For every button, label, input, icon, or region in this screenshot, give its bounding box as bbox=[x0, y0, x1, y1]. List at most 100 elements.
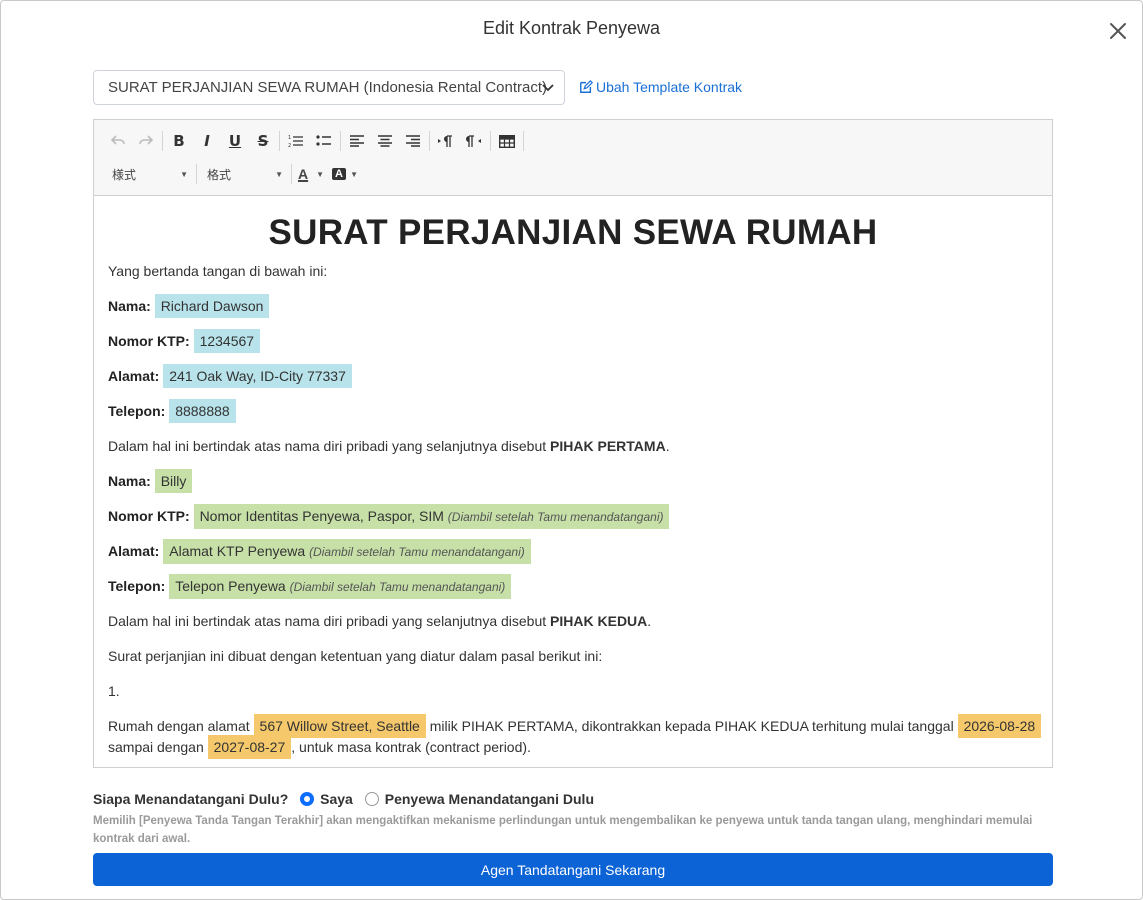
redo-icon[interactable] bbox=[132, 129, 160, 153]
chevron-down-icon bbox=[542, 84, 554, 92]
party1-name-row: Nama: Richard Dawson bbox=[108, 294, 270, 318]
caret-down-icon: ▼ bbox=[180, 169, 188, 179]
table-icon[interactable] bbox=[493, 129, 521, 153]
party2-name-field[interactable]: Billy bbox=[154, 469, 193, 493]
bold-label: B bbox=[173, 132, 185, 150]
clause-text: , untuk masa kontrak (contract period). bbox=[291, 739, 531, 755]
template-select[interactable]: SURAT PERJANJIAN SEWA RUMAH (Indonesia R… bbox=[93, 70, 565, 105]
name-label: Nama: bbox=[108, 473, 151, 489]
radio-tenant-first-label[interactable]: Penyewa Menandatangani Dulu bbox=[385, 791, 594, 807]
toolbar-separator bbox=[279, 131, 280, 151]
background-color-icon: A bbox=[332, 168, 346, 180]
party2-phone-field[interactable]: Telepon Penyewa (Diambil setelah Tamu me… bbox=[169, 574, 512, 599]
address-label: Alamat: bbox=[108, 543, 160, 559]
text-color-icon: A bbox=[298, 166, 309, 182]
align-right-icon[interactable] bbox=[399, 129, 427, 153]
party1-statement: Dalam hal ini bertindak atas nama diri p… bbox=[108, 438, 670, 454]
pending-note: (Diambil setelah Tamu menandatangani) bbox=[289, 580, 506, 594]
party1-ktp-row: Nomor KTP: 1234567 bbox=[108, 329, 261, 353]
clause-line-2: sampai dengan 2027-08-27, untuk masa kon… bbox=[108, 735, 531, 759]
strikethrough-label: S bbox=[257, 132, 269, 150]
toolbar-separator bbox=[523, 131, 524, 151]
underline-button[interactable]: U bbox=[221, 129, 249, 153]
party2-statement-punct: . bbox=[647, 613, 652, 629]
signing-order-question: Siapa Menandatangani Dulu? bbox=[93, 791, 289, 807]
party1-address-field[interactable]: 241 Oak Way, ID-City 77337 bbox=[163, 364, 352, 388]
italic-label: I bbox=[204, 132, 210, 150]
caret-down-icon: ▼ bbox=[350, 169, 358, 179]
ltr-direction-icon[interactable] bbox=[432, 129, 460, 153]
style-dropdown[interactable]: 様式 ▼ bbox=[104, 162, 194, 186]
party2-address-placeholder: Alamat KTP Penyewa bbox=[169, 543, 306, 559]
modal-title: Edit Kontrak Penyewa bbox=[482, 18, 661, 38]
party2-statement-text: Dalam hal ini bertindak atas nama diri p… bbox=[108, 613, 551, 629]
party2-ktp-field[interactable]: Nomor Identitas Penyewa, Paspor, SIM (Di… bbox=[193, 504, 670, 529]
ordered-list-icon[interactable]: 12 bbox=[282, 129, 310, 153]
phone-label: Telepon: bbox=[108, 403, 166, 419]
party1-statement-text: Dalam hal ini bertindak atas nama diri p… bbox=[108, 438, 551, 454]
phone-label: Telepon: bbox=[108, 578, 166, 594]
party2-address-row: Alamat: Alamat KTP Penyewa (Diambil sete… bbox=[108, 539, 531, 564]
edit-template-link[interactable]: Ubah Template Kontrak bbox=[579, 79, 742, 95]
align-center-icon[interactable] bbox=[371, 129, 399, 153]
pending-note: (Diambil setelah Tamu menandatangani) bbox=[309, 545, 525, 559]
template-select-value: SURAT PERJANJIAN SEWA RUMAH (Indonesia R… bbox=[108, 79, 548, 96]
close-icon[interactable] bbox=[1106, 19, 1130, 43]
party2-name-row: Nama: Billy bbox=[108, 469, 193, 493]
bullet-list-icon[interactable] bbox=[310, 129, 338, 153]
clause-text: sampai dengan bbox=[108, 739, 208, 755]
toolbar-separator bbox=[196, 164, 197, 184]
name-label: Nama: bbox=[108, 298, 151, 314]
caret-down-icon: ▼ bbox=[316, 169, 324, 179]
align-left-icon[interactable] bbox=[343, 129, 371, 153]
edit-template-label: Ubah Template Kontrak bbox=[596, 79, 743, 95]
party2-phone-row: Telepon: Telepon Penyewa (Diambil setela… bbox=[108, 574, 512, 599]
party2-statement: Dalam hal ini bertindak atas nama diri p… bbox=[108, 613, 651, 629]
party2-ktp-placeholder: Nomor Identitas Penyewa, Paspor, SIM bbox=[199, 508, 444, 524]
underline-label: U bbox=[228, 132, 242, 150]
radio-me-label[interactable]: Saya bbox=[320, 791, 353, 807]
background-color-button[interactable]: A ▼ bbox=[328, 162, 362, 186]
ktp-label: Nomor KTP: bbox=[108, 508, 190, 524]
party2-address-field[interactable]: Alamat KTP Penyewa (Diambil setelah Tamu… bbox=[163, 539, 531, 564]
undo-icon[interactable] bbox=[104, 129, 132, 153]
party1-label: PIHAK PERTAMA bbox=[550, 438, 666, 454]
radio-tenant-first[interactable] bbox=[364, 792, 379, 806]
text-color-button[interactable]: A ▼ bbox=[294, 162, 328, 186]
toolbar-separator bbox=[490, 131, 491, 151]
signing-help-text: Memilih [Penyewa Tanda Tangan Terakhir] … bbox=[93, 815, 1033, 845]
ktp-label: Nomor KTP: bbox=[108, 333, 190, 349]
strikethrough-button[interactable]: S bbox=[249, 129, 277, 153]
radio-me[interactable] bbox=[300, 792, 315, 806]
style-dropdown-label: 様式 bbox=[112, 167, 137, 182]
svg-text:2: 2 bbox=[288, 143, 291, 148]
rtl-direction-icon[interactable] bbox=[460, 129, 488, 153]
toolbar-separator bbox=[162, 131, 163, 151]
edit-icon bbox=[580, 80, 593, 93]
document-title: SURAT PERJANJIAN SEWA RUMAH bbox=[268, 213, 878, 252]
party1-name-field[interactable]: Richard Dawson bbox=[154, 294, 270, 318]
edit-contract-modal: Edit Kontrak Penyewa SURAT PERJANJIAN SE… bbox=[0, 0, 1143, 900]
editor-toolbar: B I U S 12 様式 ▼ 格式 ▼ A ▼ A ▼ bbox=[94, 120, 1052, 196]
party1-ktp-field[interactable]: 1234567 bbox=[193, 329, 261, 353]
party2-phone-placeholder: Telepon Penyewa bbox=[175, 578, 286, 594]
bold-button[interactable]: B bbox=[165, 129, 193, 153]
end-date-field[interactable]: 2027-08-27 bbox=[207, 735, 292, 759]
editor-content[interactable]: SURAT PERJANJIAN SEWA RUMAH Yang bertand… bbox=[94, 197, 1052, 767]
party1-phone-field[interactable]: 8888888 bbox=[169, 399, 236, 423]
format-dropdown[interactable]: 格式 ▼ bbox=[199, 162, 289, 186]
terms-intro: Surat perjanjian ini dibuat dengan keten… bbox=[108, 648, 603, 664]
clause-text: milik PIHAK PERTAMA, dikontrakkan kepada… bbox=[425, 718, 958, 734]
party1-phone-row: Telepon: 8888888 bbox=[108, 399, 236, 423]
start-date-field[interactable]: 2026-08-28 bbox=[957, 714, 1042, 738]
party1-address-row: Alamat: 241 Oak Way, ID-City 77337 bbox=[108, 364, 352, 388]
agent-sign-now-button[interactable]: Agen Tandatangani Sekarang bbox=[93, 853, 1053, 886]
toolbar-separator bbox=[291, 164, 292, 184]
party1-statement-punct: . bbox=[665, 438, 670, 454]
contract-editor: B I U S 12 様式 ▼ 格式 ▼ A ▼ A ▼ SURAT PERJA… bbox=[93, 119, 1053, 768]
party2-label: PIHAK KEDUA bbox=[550, 613, 648, 629]
italic-button[interactable]: I bbox=[193, 129, 221, 153]
toolbar-separator bbox=[340, 131, 341, 151]
svg-text:1: 1 bbox=[288, 135, 291, 141]
signing-order-row: Siapa Menandatangani Dulu? Saya Penyewa … bbox=[93, 791, 594, 807]
